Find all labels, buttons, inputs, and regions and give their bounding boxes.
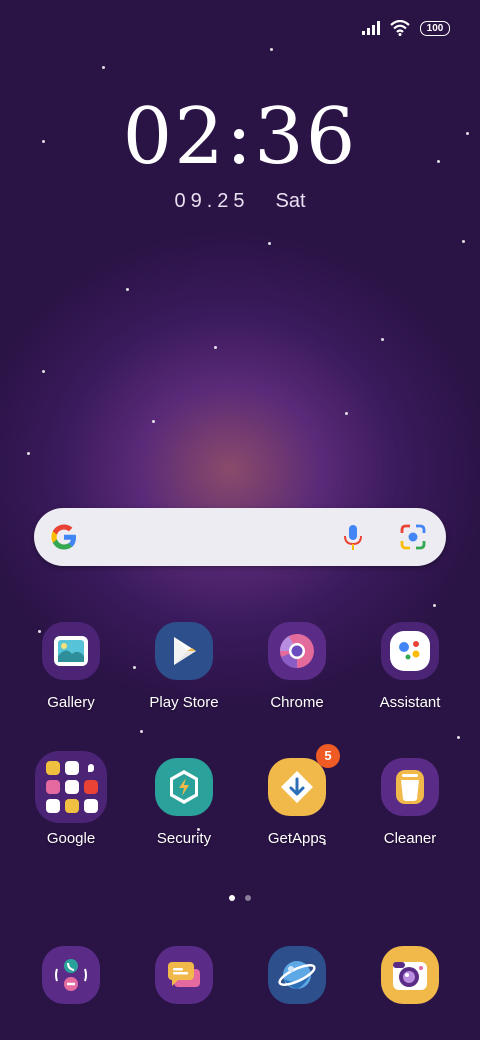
dock-browser[interactable] <box>268 946 326 1004</box>
play-store-icon <box>155 622 213 680</box>
microphone-icon[interactable] <box>338 522 368 552</box>
google-logo-icon[interactable] <box>49 522 79 552</box>
battery-indicator: 100 <box>420 20 450 36</box>
dock-phone[interactable] <box>42 946 100 1004</box>
gallery-icon <box>42 622 100 680</box>
chrome-icon <box>268 622 326 680</box>
page-indicator[interactable] <box>0 895 480 901</box>
signal-icon <box>362 21 380 35</box>
wifi-icon <box>390 20 410 36</box>
app-cleaner[interactable]: Cleaner <box>354 758 466 847</box>
app-label: Play Store <box>149 694 219 711</box>
app-label: Cleaner <box>383 830 437 847</box>
browser-icon <box>278 961 316 989</box>
cleaner-icon <box>381 758 439 816</box>
assistant-icon <box>381 622 439 680</box>
date-row[interactable]: 09.25 Sat <box>0 190 480 213</box>
weekday: Sat <box>275 190 306 212</box>
date: 09.25 <box>174 190 250 212</box>
messages-icon <box>168 962 200 987</box>
google-search-bar[interactable] <box>34 508 446 566</box>
app-label: Chrome <box>270 694 324 711</box>
app-google-folder[interactable]: Google <box>15 751 127 847</box>
app-label: Assistant <box>379 694 441 711</box>
page-dot <box>245 895 251 901</box>
app-play-store[interactable]: Play Store <box>128 622 240 711</box>
app-label: Google <box>46 830 96 847</box>
status-bar: 100 <box>362 18 450 38</box>
camera-icon <box>393 962 427 990</box>
dock-messages[interactable] <box>155 946 213 1004</box>
notification-badge: 5 <box>316 744 340 768</box>
security-icon <box>155 758 213 816</box>
app-getapps[interactable]: 5 GetApps <box>241 744 353 847</box>
google-lens-icon[interactable] <box>398 522 428 552</box>
page-dot-active <box>229 895 235 901</box>
dock-camera[interactable] <box>381 946 439 1004</box>
app-label: Gallery <box>47 694 95 711</box>
app-label: GetApps <box>267 830 327 847</box>
clock-time[interactable]: 02:36 <box>0 92 480 182</box>
getapps-icon: 5 <box>268 744 340 816</box>
app-chrome[interactable]: Chrome <box>241 622 353 711</box>
phone-icon <box>55 959 87 991</box>
app-assistant[interactable]: Assistant <box>354 622 466 711</box>
app-gallery[interactable]: Gallery <box>15 622 127 711</box>
google-folder-icon <box>35 751 107 823</box>
app-label: Security <box>156 830 212 847</box>
app-security[interactable]: Security <box>128 758 240 847</box>
